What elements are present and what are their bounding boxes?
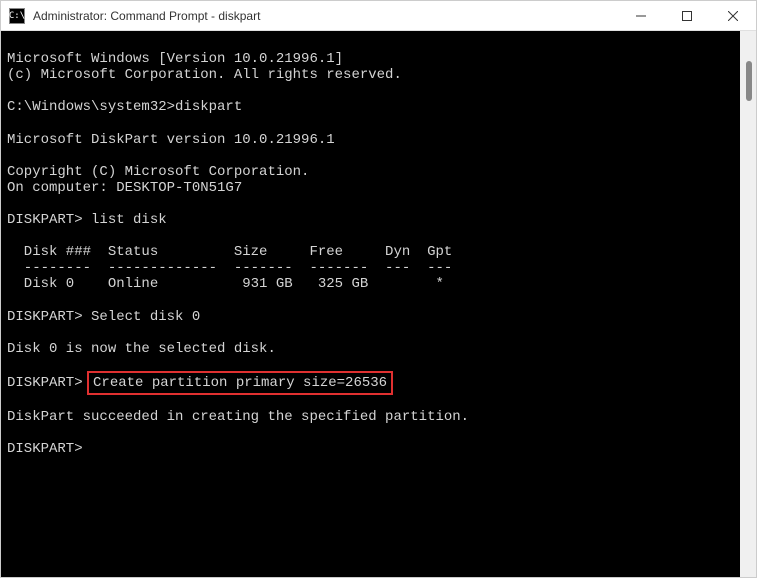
command-prompt-window: C:\ Administrator: Command Prompt - disk… xyxy=(0,0,757,578)
terminal-line: C:\Windows\system32>diskpart xyxy=(7,99,242,115)
scrollbar-thumb[interactable] xyxy=(746,61,752,101)
terminal-line: (c) Microsoft Corporation. All rights re… xyxy=(7,67,402,83)
terminal-line: Disk 0 is now the selected disk. xyxy=(7,341,276,357)
scrollbar[interactable] xyxy=(740,31,756,577)
prompt-text: DISKPART> xyxy=(7,375,91,391)
terminal-line: Disk ### Status Size Free Dyn Gpt xyxy=(7,244,452,260)
highlighted-command: Create partition primary size=26536 xyxy=(87,371,393,395)
terminal-line: On computer: DESKTOP-T0N51G7 xyxy=(7,180,242,196)
terminal-line: Microsoft Windows [Version 10.0.21996.1] xyxy=(7,51,343,67)
window-controls xyxy=(618,1,756,30)
close-icon xyxy=(728,11,738,21)
terminal-line: DISKPART> Select disk 0 xyxy=(7,309,200,325)
window-title: Administrator: Command Prompt - diskpart xyxy=(33,9,618,23)
terminal-line: -------- ------------- ------- ------- -… xyxy=(7,260,452,276)
maximize-button[interactable] xyxy=(664,1,710,30)
maximize-icon xyxy=(682,11,692,21)
terminal-line: DISKPART> xyxy=(7,441,83,457)
minimize-button[interactable] xyxy=(618,1,664,30)
cmd-icon: C:\ xyxy=(9,8,25,24)
titlebar[interactable]: C:\ Administrator: Command Prompt - disk… xyxy=(1,1,756,31)
terminal-line: DISKPART> list disk xyxy=(7,212,167,228)
close-button[interactable] xyxy=(710,1,756,30)
terminal-line: DISKPART> Create partition primary size=… xyxy=(7,375,389,391)
minimize-icon xyxy=(636,11,646,21)
terminal-line: Disk 0 Online 931 GB 325 GB * xyxy=(7,276,444,292)
terminal-body[interactable]: Microsoft Windows [Version 10.0.21996.1]… xyxy=(1,31,756,577)
terminal-line: Microsoft DiskPart version 10.0.21996.1 xyxy=(7,132,335,148)
terminal-line: DiskPart succeeded in creating the speci… xyxy=(7,409,469,425)
terminal-line: Copyright (C) Microsoft Corporation. xyxy=(7,164,309,180)
